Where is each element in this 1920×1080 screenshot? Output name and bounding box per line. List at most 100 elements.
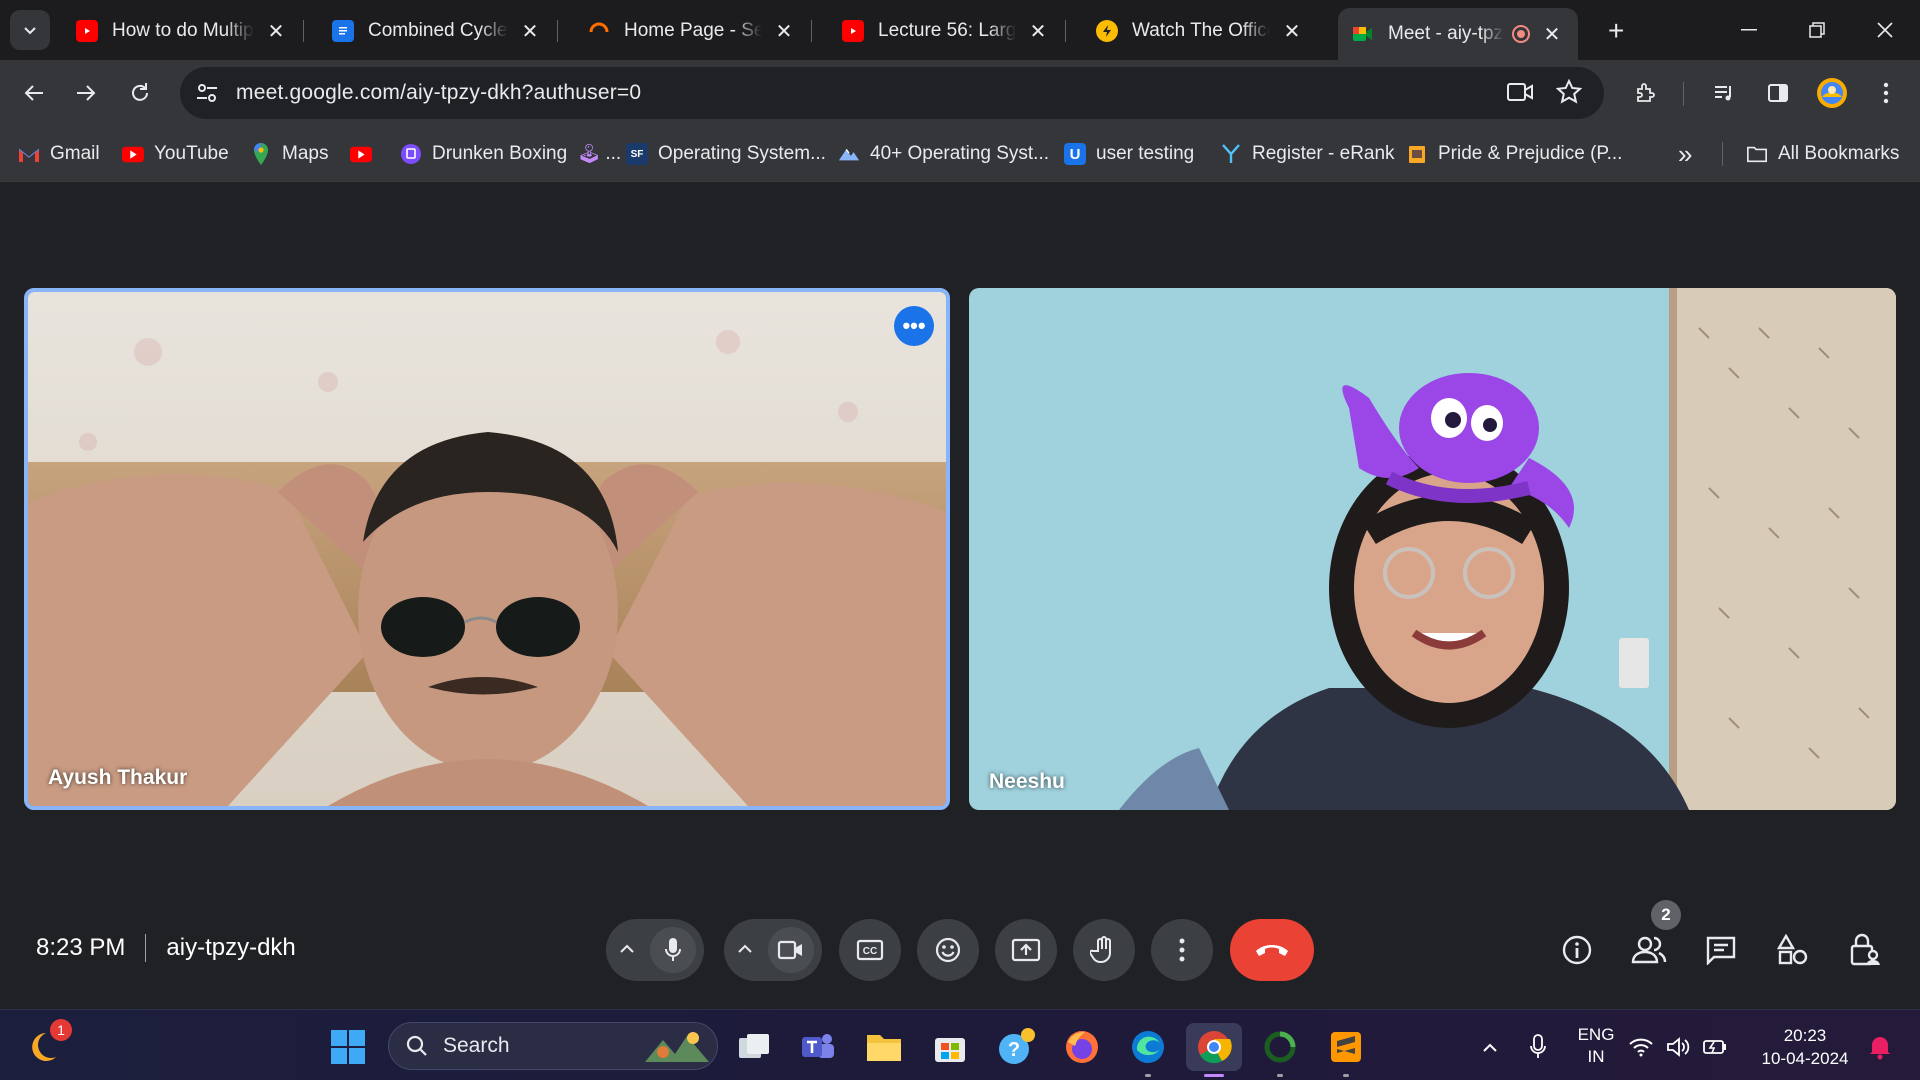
loading-app[interactable] — [1256, 1023, 1304, 1077]
camera-control — [724, 919, 822, 981]
bookmark-drunken-boxing[interactable]: Drunken Boxing 🕹... — [400, 138, 621, 170]
forward-button[interactable] — [66, 73, 106, 113]
close-tab-icon[interactable]: ✕ — [1280, 19, 1304, 44]
tab-6-active[interactable]: Meet - aiy-tpzy-dkh ✕ — [1338, 8, 1578, 60]
new-tab-button[interactable]: + — [1594, 8, 1640, 54]
site-info-icon[interactable] — [194, 80, 220, 111]
bookmark-operating-system[interactable]: SF Operating System... — [626, 138, 826, 170]
camera-in-use-icon[interactable] — [1506, 80, 1534, 109]
reactions-button[interactable] — [917, 919, 979, 981]
participant-tile-neeshu[interactable]: Neeshu — [969, 288, 1896, 810]
participant-tile-ayush[interactable]: ••• Ayush Thakur — [24, 288, 950, 810]
microphone-in-use[interactable] — [1514, 1023, 1562, 1071]
tab-5[interactable]: Watch The Office Online ✕ — [1082, 8, 1318, 54]
participant-options-button[interactable]: ••• — [894, 306, 934, 346]
tab-3[interactable]: Home Page - Select ✕ — [574, 8, 812, 54]
tab-1[interactable]: How to do Multiplication ✕ — [62, 8, 304, 54]
close-tab-icon[interactable]: ✕ — [518, 19, 542, 44]
meeting-code: aiy-tpzy-dkh — [166, 934, 296, 961]
start-button[interactable] — [324, 1023, 372, 1071]
teams-app[interactable] — [794, 1023, 842, 1071]
bookmark-label: 40+ Operating Syst... — [870, 143, 1050, 164]
meeting-info-button[interactable] — [1553, 926, 1601, 974]
network-volume-battery[interactable] — [1628, 1023, 1728, 1071]
minimize-button[interactable] — [1714, 0, 1784, 60]
bookmark-label: Pride & Prejudice (P... — [1438, 143, 1623, 164]
raise-hand-button[interactable] — [1073, 919, 1135, 981]
sublime-text-app[interactable] — [1322, 1023, 1370, 1077]
bookmark-label: Drunken Boxing — [432, 143, 568, 164]
sf-icon: SF — [626, 143, 648, 165]
bookmark-gmail[interactable]: Gmail — [18, 138, 100, 170]
bookmark-star-icon[interactable] — [1555, 78, 1583, 110]
bookmark-pride-prejudice[interactable]: Pride & Prejudice (P... — [1406, 138, 1622, 170]
close-tab-icon[interactable]: ✕ — [1026, 19, 1050, 44]
tab-title: Home Page - Select — [624, 20, 762, 41]
chat-button[interactable] — [1697, 926, 1745, 974]
bookmark-youtube-2[interactable] — [350, 138, 382, 170]
bookmark-label: user testing — [1096, 143, 1195, 164]
microsoft-store-app[interactable] — [926, 1023, 974, 1071]
language-indicator[interactable]: ENG IN — [1570, 1024, 1622, 1068]
teams-icon — [802, 1034, 834, 1058]
u-icon: U — [1064, 143, 1086, 165]
profile-avatar[interactable] — [1812, 73, 1852, 113]
mic-options-button[interactable] — [618, 941, 636, 959]
host-controls-button[interactable] — [1841, 926, 1889, 974]
notifications-button[interactable] — [1856, 1023, 1904, 1071]
back-button[interactable] — [14, 73, 54, 113]
sublime-icon — [1331, 1032, 1361, 1062]
bookmark-label: All Bookmarks — [1778, 143, 1900, 164]
region-code: IN — [1587, 1047, 1605, 1066]
browser-menu-button[interactable] — [1866, 73, 1906, 113]
reload-button[interactable] — [120, 73, 160, 113]
shapes-icon — [1777, 934, 1808, 965]
address-bar[interactable]: meet.google.com/aiy-tpzy-dkh?authuser=0 — [180, 67, 1604, 119]
windows-taskbar: 1 Search ? ENG IN 20:23 10-04-2024 — [0, 1009, 1920, 1080]
bookmark-youtube[interactable]: YouTube — [122, 138, 229, 170]
activities-button[interactable] — [1769, 926, 1817, 974]
task-view-button[interactable] — [730, 1023, 778, 1071]
captions-button[interactable]: CC — [839, 919, 901, 981]
taskbar-search[interactable]: Search — [388, 1022, 718, 1070]
more-vert-icon — [1179, 938, 1185, 962]
close-window-button[interactable] — [1850, 0, 1920, 60]
restore-button[interactable] — [1782, 0, 1852, 60]
avatar-icon — [1817, 78, 1847, 108]
bookmark-user-testing[interactable]: U user testing — [1064, 138, 1194, 170]
camera-toggle-button[interactable] — [768, 927, 814, 973]
task-view-icon — [739, 1034, 769, 1058]
camera-options-button[interactable] — [736, 941, 754, 959]
info-icon — [1562, 935, 1592, 965]
more-options-button[interactable] — [1151, 919, 1213, 981]
help-icon: ? — [999, 1028, 1035, 1064]
video-camera-icon — [777, 940, 802, 960]
tab-search-button[interactable] — [10, 10, 50, 50]
more-bookmarks-button[interactable]: » — [1678, 138, 1692, 170]
file-explorer-app[interactable] — [860, 1023, 908, 1071]
side-panel-button[interactable] — [1758, 73, 1798, 113]
firefox-app[interactable] — [1058, 1023, 1106, 1071]
close-tab-icon[interactable]: ✕ — [772, 19, 796, 44]
present-screen-button[interactable] — [995, 919, 1057, 981]
bookmark-40-operating[interactable]: 40+ Operating Syst... — [838, 138, 1049, 170]
get-help-app[interactable]: ? — [992, 1023, 1040, 1071]
weather-widget[interactable]: 1 — [24, 1019, 72, 1071]
show-hidden-icons-button[interactable] — [1466, 1023, 1514, 1071]
edge-app[interactable] — [1124, 1023, 1172, 1077]
people-button[interactable] — [1625, 926, 1673, 974]
mic-toggle-button[interactable] — [650, 927, 696, 973]
bookmark-erank[interactable]: Register - eRank — [1220, 138, 1395, 170]
extensions-button[interactable] — [1626, 73, 1666, 113]
bookmark-maps[interactable]: Maps — [250, 138, 328, 170]
tab-4[interactable]: Lecture 56: Largest ✕ — [828, 8, 1066, 54]
media-control-button[interactable] — [1704, 73, 1744, 113]
leave-call-button[interactable] — [1230, 919, 1314, 981]
close-tab-icon[interactable]: ✕ — [264, 19, 288, 44]
all-bookmarks-button[interactable]: All Bookmarks — [1746, 138, 1899, 170]
more-vert-icon — [1883, 82, 1889, 104]
tab-2[interactable]: Combined Cycle Power ✕ — [318, 8, 558, 54]
close-tab-icon[interactable]: ✕ — [1540, 22, 1564, 47]
chrome-app-active[interactable] — [1186, 1023, 1242, 1077]
clock[interactable]: 20:23 10-04-2024 — [1752, 1024, 1858, 1070]
